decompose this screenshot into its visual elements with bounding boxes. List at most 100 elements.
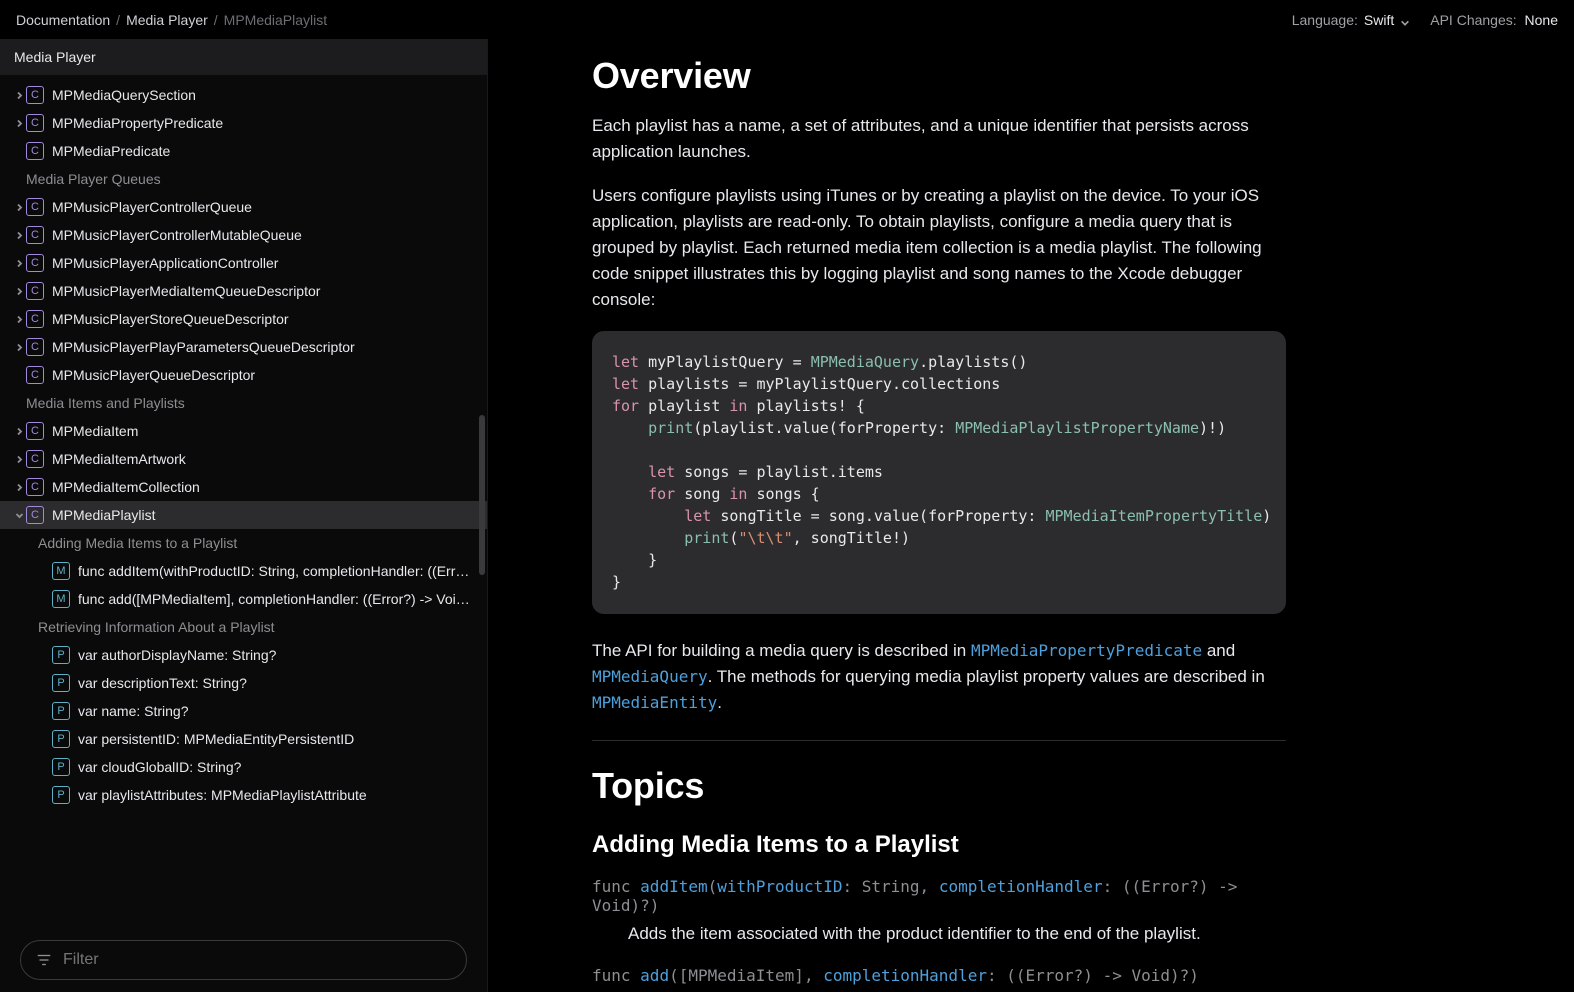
class-icon: C [26, 226, 44, 244]
sidebar-item[interactable]: Pvar descriptionText: String? [0, 669, 487, 697]
sidebar-item-label: MPMediaQuerySection [52, 87, 487, 103]
property-icon: P [52, 730, 70, 748]
class-icon: C [26, 86, 44, 104]
sidebar-item[interactable]: C MPMediaPlaylist [0, 501, 487, 529]
language-value: Swift [1364, 12, 1394, 28]
sidebar-item[interactable]: Mfunc addItem(withProductID: String, com… [0, 557, 487, 585]
sidebar-item-label: MPMusicPlayerMediaItemQueueDescriptor [52, 283, 487, 299]
sidebar-item[interactable]: Pvar playlistAttributes: MPMediaPlaylist… [0, 781, 487, 809]
class-icon: C [26, 254, 44, 272]
sidebar: Media Player CMPMediaQuerySectionCMPMedi… [0, 39, 488, 992]
sidebar-item-label: MPMediaPlaylist [52, 507, 487, 523]
sep-icon: / [116, 12, 120, 28]
content[interactable]: Overview Each playlist has a name, a set… [488, 39, 1574, 992]
overview-p2: Users configure playlists using iTunes o… [592, 183, 1286, 313]
sidebar-item-label: MPMusicPlayerStoreQueueDescriptor [52, 311, 487, 327]
sidebar-item-label: var authorDisplayName: String? [78, 647, 487, 663]
sidebar-item[interactable]: C MPMusicPlayerPlayParametersQueueDescrip… [0, 333, 487, 361]
link-mpmediaquery[interactable]: MPMediaQuery [592, 667, 708, 686]
property-icon: P [52, 674, 70, 692]
chevron-right-icon[interactable] [12, 91, 26, 100]
sidebar-item[interactable]: Pvar name: String? [0, 697, 487, 725]
sidebar-item[interactable]: C MPMediaQuerySection [0, 81, 487, 109]
sidebar-list[interactable]: CMPMediaQuerySectionCMPMediaPropertyPred… [0, 75, 487, 928]
crumb-documentation[interactable]: Documentation [16, 12, 110, 28]
sidebar-item-label: MPMediaItemArtwork [52, 451, 487, 467]
chevron-right-icon[interactable] [12, 483, 26, 492]
property-icon: P [52, 646, 70, 664]
sidebar-item[interactable]: C MPMusicPlayerApplicationController [0, 249, 487, 277]
filter-input[interactable] [63, 951, 452, 969]
class-icon: C [26, 142, 44, 160]
sidebar-item-label: var descriptionText: String? [78, 675, 487, 691]
chevron-down-icon [1400, 15, 1410, 25]
sidebar-item-label: MPMusicPlayerPlayParametersQueueDescript… [52, 339, 487, 355]
chevron-right-icon[interactable] [12, 287, 26, 296]
language-label: Language: [1292, 12, 1358, 28]
sidebar-item-label: MPMediaItemCollection [52, 479, 487, 495]
class-icon: C [26, 506, 44, 524]
filter-input-wrap[interactable] [20, 940, 467, 980]
sidebar-item[interactable]: C MPMusicPlayerStoreQueueDescriptor [0, 305, 487, 333]
sidebar-item[interactable]: Pvar authorDisplayName: String? [0, 641, 487, 669]
filter-icon [35, 951, 53, 969]
sidebar-item-label: MPMediaPropertyPredicate [52, 115, 487, 131]
declaration-additem[interactable]: func addItem(withProductID: String, comp… [592, 877, 1286, 915]
sidebar-item[interactable]: CMPMusicPlayerControllerQueue [0, 193, 487, 221]
topic-subheading: Adding Media Items to a Playlist [592, 831, 1286, 859]
sidebar-item[interactable]: C MPMediaItemArtwork [0, 445, 487, 473]
property-icon: P [52, 758, 70, 776]
code-sample: let myPlaylistQuery = MPMediaQuery.playl… [592, 331, 1286, 614]
section-queues: Media Player Queues [0, 165, 487, 193]
class-icon: C [26, 450, 44, 468]
link-mpmediaentity[interactable]: MPMediaEntity [592, 693, 717, 712]
section-media: Media Items and Playlists [0, 389, 487, 417]
declaration-add[interactable]: func add([MPMediaItem], completionHandle… [592, 966, 1286, 985]
sidebar-item[interactable]: Pvar cloudGlobalID: String? [0, 753, 487, 781]
class-icon: C [26, 478, 44, 496]
chevron-right-icon[interactable] [12, 259, 26, 268]
chevron-right-icon[interactable] [12, 231, 26, 240]
sidebar-item[interactable]: CMPMusicPlayerQueueDescriptor [0, 361, 487, 389]
class-icon: C [26, 310, 44, 328]
crumb-mediaplayer[interactable]: Media Player [126, 12, 208, 28]
chevron-right-icon[interactable] [12, 203, 26, 212]
sidebar-item[interactable]: C MPMediaItemCollection [0, 473, 487, 501]
language-select[interactable]: Language: Swift [1292, 12, 1411, 28]
sidebar-item[interactable]: CMPMediaItem [0, 417, 487, 445]
chevron-right-icon[interactable] [12, 343, 26, 352]
api-changes-label: API Changes: [1430, 12, 1516, 28]
property-icon: P [52, 702, 70, 720]
link-mpmediapropertypredicate[interactable]: MPMediaPropertyPredicate [971, 641, 1202, 660]
sidebar-item[interactable]: C MPMusicPlayerControllerMutableQueue [0, 221, 487, 249]
sidebar-item-label: MPMusicPlayerControllerMutableQueue [52, 227, 487, 243]
chevron-right-icon[interactable] [12, 427, 26, 436]
overview-p1: Each playlist has a name, a set of attri… [592, 113, 1286, 165]
breadcrumb: Documentation / Media Player / MPMediaPl… [16, 12, 327, 28]
sidebar-item-label: var persistentID: MPMediaEntityPersisten… [78, 731, 487, 747]
sidebar-item-label: MPMusicPlayerControllerQueue [52, 199, 487, 215]
sidebar-item[interactable]: C MPMediaPredicate [0, 137, 487, 165]
sidebar-item-label: func add([MPMediaItem], completionHandle… [78, 591, 487, 607]
chevron-right-icon[interactable] [12, 119, 26, 128]
topics-heading: Topics [592, 765, 1286, 807]
subsection-add: Adding Media Items to a Playlist [0, 529, 487, 557]
sidebar-item[interactable]: CMPMusicPlayerMediaItemQueueDescriptor [0, 277, 487, 305]
sidebar-item-label: var playlistAttributes: MPMediaPlaylistA… [78, 787, 487, 803]
sidebar-header[interactable]: Media Player [0, 39, 487, 75]
property-icon: P [52, 786, 70, 804]
description-additem: Adds the item associated with the produc… [628, 921, 1286, 947]
sep-icon: / [214, 12, 218, 28]
sidebar-item-label: MPMusicPlayerApplicationController [52, 255, 487, 271]
class-icon: C [26, 338, 44, 356]
topbar-right: Language: Swift API Changes: None [1292, 12, 1558, 28]
scrollbar-thumb[interactable] [479, 415, 485, 575]
sidebar-item[interactable]: CMPMediaPropertyPredicate [0, 109, 487, 137]
chevron-right-icon[interactable] [12, 315, 26, 324]
chevron-down-icon[interactable] [12, 511, 26, 520]
chevron-right-icon[interactable] [12, 455, 26, 464]
sidebar-item[interactable]: Mfunc add([MPMediaItem], completionHandl… [0, 585, 487, 613]
sidebar-item[interactable]: Pvar persistentID: MPMediaEntityPersiste… [0, 725, 487, 753]
sidebar-item-label: MPMediaPredicate [52, 143, 487, 159]
class-icon: C [26, 422, 44, 440]
